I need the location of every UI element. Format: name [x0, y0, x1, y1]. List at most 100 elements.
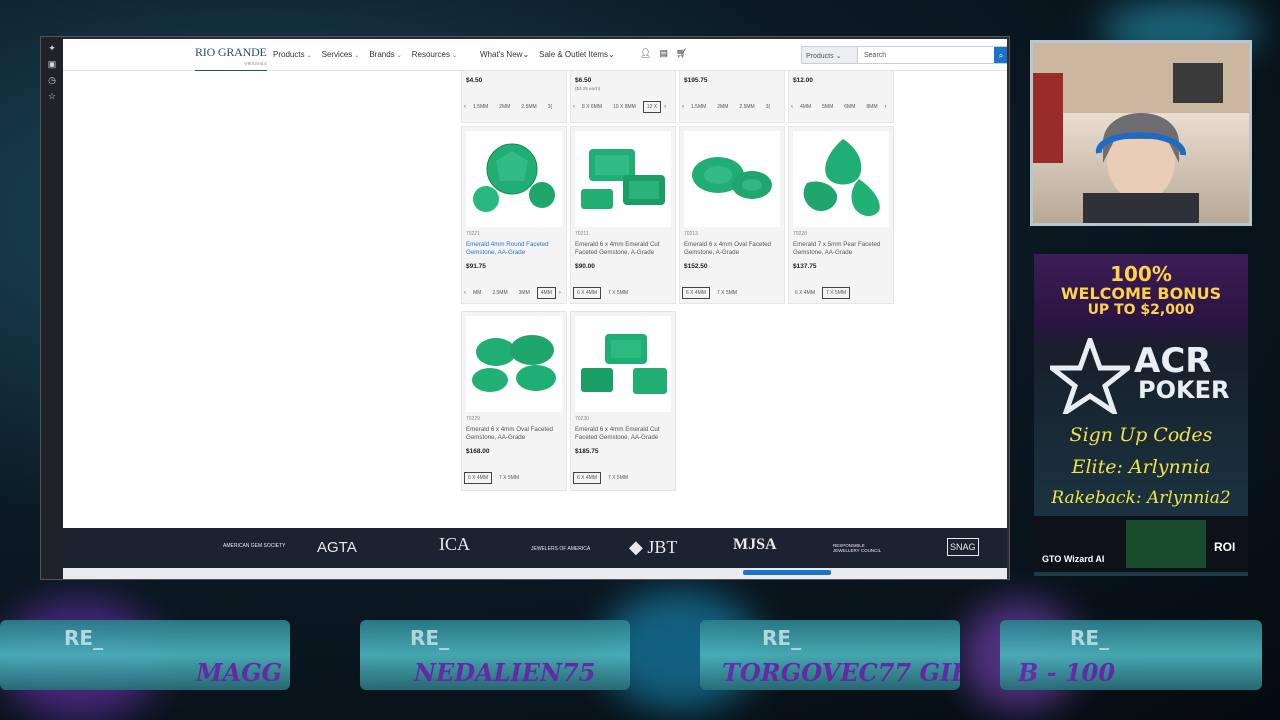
site-logo[interactable]: RIO GRANDE WHOLESALE	[195, 46, 267, 71]
size-options: ‹ 1.5MM 2MM 2.5MM 3(	[464, 101, 556, 113]
size-option[interactable]: 4MM	[536, 287, 556, 299]
partner-logo-jbt[interactable]: ◆ JBT	[629, 537, 677, 558]
size-option[interactable]: 3(	[544, 101, 556, 113]
product-card[interactable]: $12.00 ‹ 4MM 5MM 6MM 8MM ›	[788, 71, 894, 123]
product-card[interactable]: $195.75 ‹ 1.5MM 2MM 2.5MM 3(	[679, 71, 785, 123]
chevron-down-icon: ⌄	[522, 50, 530, 59]
nav-products[interactable]: Products ⌄	[273, 50, 312, 59]
clock-icon[interactable]: ◷	[47, 75, 57, 85]
chevron-left-icon[interactable]: ‹	[464, 290, 466, 296]
size-option[interactable]: 1.5MM	[469, 101, 492, 113]
size-option[interactable]: MM	[469, 287, 485, 299]
partner-logo[interactable]: JEWELERS OF AMERICA	[531, 546, 590, 552]
chevron-right-icon[interactable]: ›	[559, 290, 561, 296]
search-icon[interactable]: ⌕	[994, 47, 1007, 63]
size-option[interactable]: 6MM	[840, 101, 859, 113]
size-option[interactable]: 7 X 5MM	[495, 472, 523, 484]
nav-sale-outlet[interactable]: Sale & Outlet Items⌄	[539, 50, 615, 59]
size-option[interactable]: 2MM	[495, 101, 514, 113]
product-name[interactable]: Emerald 4mm Round Faceted Gemstone, AA-G…	[466, 241, 564, 257]
product-card[interactable]: $6.50 ($3.25 each) ‹ 8 X 6MM 10 X 8MM 12…	[570, 71, 676, 123]
size-option[interactable]: 5MM	[818, 101, 837, 113]
size-option[interactable]: 6 X 4MM	[464, 472, 493, 484]
size-option[interactable]: 10 X 8MM	[609, 101, 640, 113]
product-card[interactable]: 70213 Emerald 6 x 4mm Oval Faceted Gemst…	[679, 126, 785, 304]
product-image[interactable]	[684, 131, 780, 227]
product-name[interactable]: Emerald 6 x 4mm Emerald Cut Faceted Gems…	[575, 426, 673, 442]
chevron-left-icon[interactable]: ‹	[464, 104, 466, 110]
chevron-down-icon: ⌄	[835, 53, 842, 60]
product-name[interactable]: Emerald 6 x 4mm Oval Faceted Gemstone, A…	[684, 241, 782, 257]
star-icon[interactable]: ☆	[47, 91, 57, 101]
partner-logo[interactable]: RESPONSIBLE JEWELLERY COUNCIL	[833, 543, 889, 553]
size-option[interactable]: 6 X 4MM	[573, 472, 602, 484]
cart-icon[interactable]: 🛒︎	[676, 48, 687, 59]
size-option[interactable]: 2MM	[713, 101, 732, 113]
partner-logo[interactable]: MJSA	[733, 536, 777, 554]
sparkle-icon[interactable]: ✦	[47, 43, 57, 53]
size-options: ‹ 8 X 6MM 10 X 8MM 12 X ›	[573, 101, 666, 113]
size-option[interactable]: 4MM	[796, 101, 815, 113]
web-page: RIO GRANDE WHOLESALE Products ⌄ Services ⌄…	[63, 39, 1007, 579]
emerald-cut-image	[581, 149, 665, 209]
quick-order-icon[interactable]: ▤	[659, 48, 668, 59]
size-option[interactable]: 3(	[762, 101, 774, 113]
size-option[interactable]: 2.5MM	[517, 101, 540, 113]
partner-logo[interactable]: AGTA	[317, 539, 357, 556]
chevron-right-icon[interactable]: ›	[664, 104, 666, 110]
size-option[interactable]: 2.5MM	[488, 287, 511, 299]
size-option[interactable]: 12 X	[642, 101, 662, 113]
roi-text: ROI	[1214, 540, 1236, 554]
product-card[interactable]: 70229 Emerald 6 x 4mm Oval Faceted Gemst…	[461, 311, 567, 491]
chevron-down-icon: ⌄	[451, 53, 457, 59]
product-image[interactable]	[793, 131, 889, 227]
size-option[interactable]: 2.5MM	[735, 101, 758, 113]
product-image[interactable]	[575, 131, 671, 227]
chevron-left-icon[interactable]: ‹	[791, 104, 793, 110]
size-option[interactable]: 6 X 4MM	[682, 287, 711, 299]
product-image[interactable]	[466, 316, 562, 412]
nav-resources[interactable]: Resources ⌄	[412, 50, 457, 59]
size-option[interactable]: 8MM	[862, 101, 881, 113]
size-option[interactable]: 6 X 4MM	[573, 287, 602, 299]
product-card[interactable]: 70211 Emerald 6 x 4mm Emerald Cut Facete…	[570, 126, 676, 304]
size-option[interactable]: 3MM	[515, 287, 534, 299]
oval-emerald-image	[692, 157, 772, 199]
search-category-value: Products	[806, 53, 834, 60]
save-icon[interactable]: ▣	[47, 59, 57, 69]
product-name[interactable]: Emerald 6 x 4mm Emerald Cut Faceted Gems…	[575, 241, 673, 257]
product-name[interactable]: Emerald 7 x 5mm Pear Faceted Gemstone, A…	[793, 241, 891, 257]
account-icon[interactable]: 👤︎	[640, 48, 651, 59]
size-option[interactable]: 7 X 5MM	[713, 287, 741, 299]
product-sku: 70221	[466, 231, 480, 237]
product-card[interactable]: 70221 Emerald 4mm Round Faceted Gemstone…	[461, 126, 567, 304]
size-option[interactable]: 1.5MM	[687, 101, 710, 113]
product-image[interactable]	[575, 316, 671, 412]
chevron-left-icon[interactable]: ‹	[573, 104, 575, 110]
nav-whats-new[interactable]: What's New⌄	[480, 50, 529, 59]
size-option[interactable]: 7 X 5MM	[822, 287, 851, 299]
product-name[interactable]: Emerald 6 x 4mm Oval Faceted Gemstone, A…	[466, 426, 564, 442]
product-sku: 70229	[466, 416, 480, 422]
emerald-cut-image	[581, 334, 667, 394]
chevron-left-icon[interactable]: ‹	[682, 104, 684, 110]
product-image[interactable]	[466, 131, 562, 227]
size-option[interactable]: 7 X 5MM	[604, 472, 632, 484]
product-card[interactable]: $4.50 ‹ 1.5MM 2MM 2.5MM 3(	[461, 71, 567, 123]
bottom-button[interactable]	[743, 570, 831, 575]
partner-logo[interactable]: AMERICAN GEM SOCIETY	[223, 543, 286, 549]
search-input[interactable]: Search	[858, 47, 994, 63]
product-card[interactable]: 70228 Emerald 7 x 5mm Pear Faceted Gemst…	[788, 126, 894, 304]
product-price: $6.50	[575, 77, 592, 84]
size-option[interactable]: 6 X 4MM	[791, 287, 819, 299]
nav-services[interactable]: Services ⌄	[322, 50, 360, 59]
product-price: $12.00	[793, 77, 813, 84]
nav-brands[interactable]: Brands ⌄	[369, 50, 401, 59]
size-option[interactable]: 8 X 6MM	[578, 101, 606, 113]
partner-logo[interactable]: SNAG	[947, 538, 979, 556]
product-card[interactable]: 70230 Emerald 6 x 4mm Emerald Cut Facete…	[570, 311, 676, 491]
search-category-select[interactable]: Products ⌄	[802, 47, 858, 63]
size-option[interactable]: 7 X 5MM	[604, 287, 632, 299]
chevron-right-icon[interactable]: ›	[885, 104, 887, 110]
partner-logo[interactable]: ICA	[439, 534, 470, 555]
